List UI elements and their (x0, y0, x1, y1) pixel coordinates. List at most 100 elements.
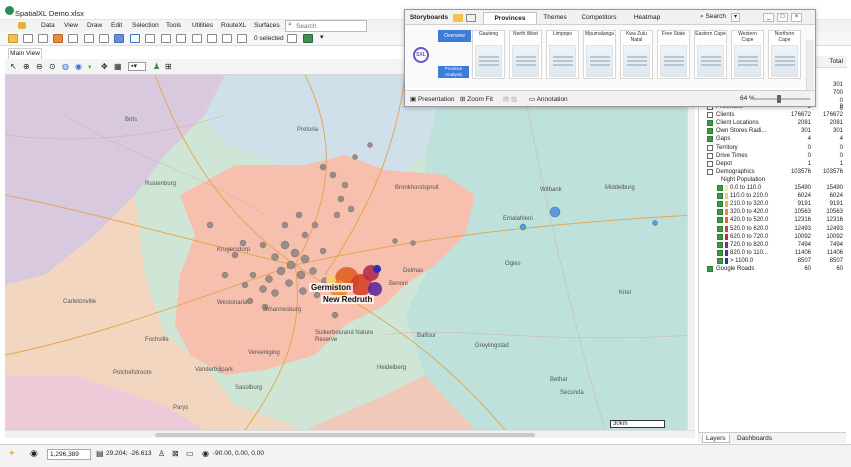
slide-thumbnail[interactable]: Mpumalanga (583, 30, 616, 79)
tab-layers[interactable]: Layers (702, 434, 730, 443)
export-selection-icon[interactable] (287, 34, 297, 43)
layer-row[interactable]: 420.0 to 520.0 12316 12316 (699, 216, 847, 224)
tab-dashboards[interactable]: Dashboards (734, 434, 775, 443)
layer-row[interactable]: 110.0 to 210.0 6024 6024 (699, 192, 847, 200)
layer-checkbox[interactable] (717, 257, 723, 264)
slide-thumbnail[interactable]: Free State (657, 30, 690, 79)
select-polygon-icon[interactable] (222, 34, 232, 43)
layer-checkbox[interactable] (707, 266, 713, 272)
menu-edit[interactable]: Edit (111, 22, 122, 29)
zoom-out-icon[interactable]: ⊖ (36, 62, 43, 71)
layer-checkbox[interactable] (707, 144, 713, 151)
table-icon[interactable] (38, 34, 48, 43)
layer-row[interactable]: Depot 1 1 (699, 160, 847, 168)
tab-main-view[interactable]: Main View (8, 48, 42, 59)
layer-row[interactable]: 210.0 to 320.0 9191 9191 (699, 200, 847, 208)
menu-data[interactable]: Data (41, 22, 55, 29)
minimize-button[interactable]: _ (763, 13, 774, 22)
maximize-button[interactable]: □ (777, 13, 788, 22)
layer-checkbox[interactable] (707, 160, 713, 167)
select-subtract-icon[interactable] (192, 34, 202, 43)
search-input[interactable] (296, 22, 366, 31)
walker-icon[interactable]: ♙ (158, 449, 165, 458)
map-style-dropdown[interactable]: ▪▾ (128, 62, 146, 71)
pin-icon[interactable] (130, 34, 140, 43)
layer-row[interactable]: Demographics 103576 103576 (699, 168, 847, 176)
layer-checkbox[interactable] (707, 152, 713, 159)
zoom-slider[interactable] (755, 98, 810, 100)
layer-checkbox[interactable] (717, 185, 723, 191)
layer-row[interactable]: > 1100.0 8507 8507 (699, 257, 847, 265)
pointer-tool-icon[interactable]: ↖ (10, 62, 17, 71)
scale-input[interactable]: 1,296,389 (47, 449, 91, 460)
save-icon[interactable] (466, 14, 476, 22)
tab-heatmap[interactable]: Heatmap (627, 12, 667, 24)
layer-checkbox[interactable] (707, 120, 713, 127)
map-vertical-scrollbar[interactable] (687, 75, 695, 430)
layer-checkbox[interactable] (717, 225, 723, 232)
layer-row[interactable]: Google Roads 60 60 (699, 265, 847, 273)
slide-province-analysis[interactable]: Province Analysis (438, 66, 469, 78)
menu-surfaces[interactable]: Surfaces (254, 22, 280, 29)
map-canvas[interactable] (5, 75, 695, 430)
shape-icon[interactable] (53, 34, 63, 43)
layer-checkbox[interactable] (717, 249, 723, 256)
layer-row[interactable]: Territory 0 0 (699, 144, 847, 152)
menu-utilities[interactable]: Utilities (192, 22, 213, 29)
zoom-fit-button[interactable]: ⊞ Zoom Fit (460, 95, 493, 103)
menu-tools[interactable]: Tools (166, 22, 181, 29)
annotation-button[interactable]: ▭ Annotation (529, 95, 568, 103)
select-invert-icon[interactable] (207, 34, 217, 43)
layer-checkbox[interactable] (717, 193, 723, 200)
excel-icon[interactable] (303, 34, 313, 43)
layer-checkbox[interactable] (717, 241, 723, 248)
select-add-icon[interactable] (176, 34, 186, 43)
layer-checkbox[interactable] (707, 112, 713, 119)
measure-icon[interactable]: ▦ (114, 62, 122, 71)
layer-checkbox[interactable] (707, 128, 713, 135)
lock-icon[interactable]: ⊠ (172, 449, 179, 458)
layer-checkbox[interactable] (707, 168, 713, 175)
layer-row[interactable]: Night Population (699, 176, 847, 184)
quick-access-icon[interactable] (18, 22, 26, 29)
layer-row[interactable]: 320.0 to 420.0 10563 10563 (699, 208, 847, 216)
tab-competitors[interactable]: Competitors (575, 12, 623, 24)
grid-icon[interactable] (99, 34, 109, 43)
layer-row[interactable]: Own Stores Radi... 301 301 (699, 127, 847, 135)
lightbulb-icon[interactable]: ✦ (8, 448, 16, 459)
slide-thumbnail[interactable]: Eastern Cape (694, 30, 727, 79)
layer-icon[interactable] (23, 34, 33, 43)
open-folder-icon[interactable] (8, 34, 18, 43)
zoom-in-icon[interactable]: ⊕ (23, 62, 30, 71)
globe-icon[interactable] (114, 34, 124, 43)
slide-thumbnail[interactable]: Limpopo (546, 30, 579, 79)
close-button[interactable]: × (791, 13, 802, 22)
map-horizontal-scrollbar[interactable] (5, 430, 695, 438)
zoom-world-icon[interactable]: ◍ (62, 62, 69, 71)
zoom-extent-icon[interactable]: ⊙ (49, 62, 56, 71)
notes-icon[interactable]: ▭ (186, 449, 194, 458)
slide-thumbnail[interactable]: Kwa Zulu Natal (620, 30, 653, 79)
menu-view[interactable]: View (64, 22, 78, 29)
zoom-slider-thumb[interactable] (777, 95, 781, 103)
map-settings-icon[interactable]: ⊞ (165, 62, 172, 71)
tab-themes[interactable]: Themes (540, 12, 570, 24)
storyboard-search[interactable]: ⌕ Search (700, 13, 726, 21)
slide-thumbnail[interactable]: Western Cape (731, 30, 764, 79)
graph-icon[interactable] (84, 34, 94, 43)
select-pointer-icon[interactable] (161, 34, 171, 43)
clear-selection-icon[interactable] (237, 34, 247, 43)
slide-thumbnail[interactable]: Northern Cape (768, 30, 801, 79)
open-folder-icon[interactable] (453, 14, 463, 22)
layer-checkbox[interactable] (717, 217, 723, 224)
previous-view-icon[interactable]: ◐ (88, 62, 93, 71)
layer-checkbox[interactable] (707, 136, 713, 143)
menu-draw[interactable]: Draw (87, 22, 102, 29)
menu-routexl[interactable]: RouteXL (221, 22, 246, 29)
layer-row[interactable]: Client Locations 2081 2081 (699, 119, 847, 127)
layer-checkbox[interactable] (717, 201, 723, 208)
slide-thumbnail[interactable]: North West (509, 30, 542, 79)
layer-row[interactable]: Drive Times 0 0 (699, 152, 847, 160)
slide-overview[interactable]: Overview (438, 30, 471, 42)
slide-thumbnail[interactable]: Gauteng (472, 30, 505, 79)
